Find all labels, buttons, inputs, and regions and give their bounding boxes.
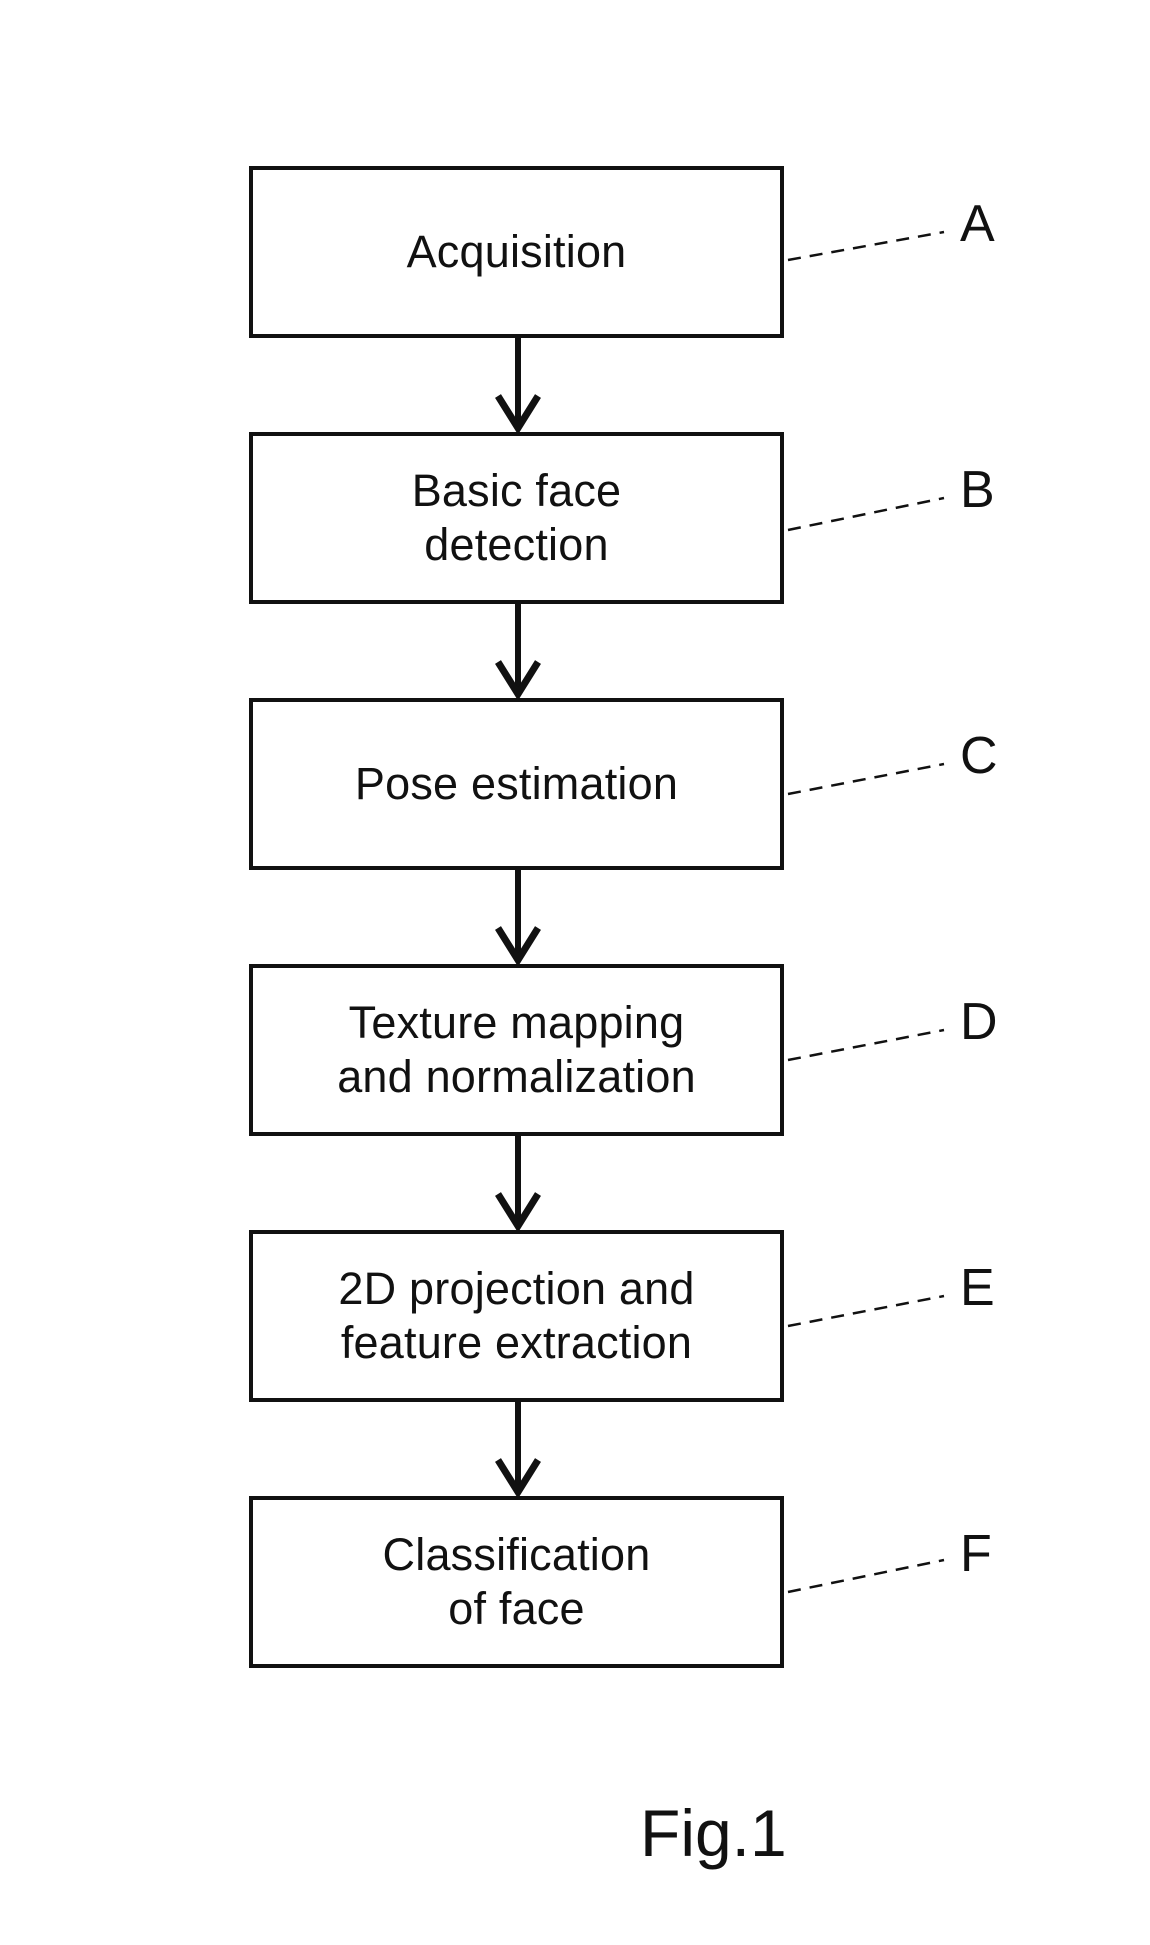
arrow-a-to-b <box>495 338 541 435</box>
process-box-pose-estimation[interactable]: Pose estimation <box>249 698 784 870</box>
process-box-texture-mapping-label: Texture mapping and normalization <box>337 997 696 1102</box>
process-box-basic-face-detection[interactable]: Basic face detection <box>249 432 784 604</box>
leader-line-d <box>787 1028 945 1062</box>
reference-letter-a: A <box>960 195 995 253</box>
leader-line-c <box>787 762 945 796</box>
process-box-classification-label: Classification of face <box>382 1529 651 1634</box>
process-box-texture-mapping[interactable]: Texture mapping and normalization <box>249 964 784 1136</box>
arrow-e-to-f <box>495 1402 541 1499</box>
process-box-classification[interactable]: Classification of face <box>249 1496 784 1668</box>
arrow-b-to-c <box>495 604 541 701</box>
leader-line-b <box>787 496 945 532</box>
figure-caption: Fig.1 <box>640 1796 787 1870</box>
leader-line-e <box>787 1294 945 1328</box>
reference-letter-f: F <box>960 1525 992 1583</box>
leader-line-a <box>787 230 945 262</box>
reference-letter-b: B <box>960 461 995 519</box>
reference-letter-d: D <box>960 993 998 1051</box>
arrow-c-to-d <box>495 870 541 967</box>
process-box-basic-face-detection-label: Basic face detection <box>411 465 622 570</box>
reference-letter-c: C <box>960 727 998 785</box>
process-box-2d-projection-label: 2D projection and feature extraction <box>338 1263 695 1368</box>
reference-letter-e: E <box>960 1259 995 1317</box>
leader-line-f <box>787 1558 945 1594</box>
arrow-d-to-e <box>495 1136 541 1233</box>
figure-canvas: Acquisition A Basic face detection B Pos… <box>0 0 1150 1945</box>
process-box-acquisition[interactable]: Acquisition <box>249 166 784 338</box>
process-box-acquisition-label: Acquisition <box>406 226 627 278</box>
process-box-pose-estimation-label: Pose estimation <box>354 758 679 810</box>
process-box-2d-projection[interactable]: 2D projection and feature extraction <box>249 1230 784 1402</box>
